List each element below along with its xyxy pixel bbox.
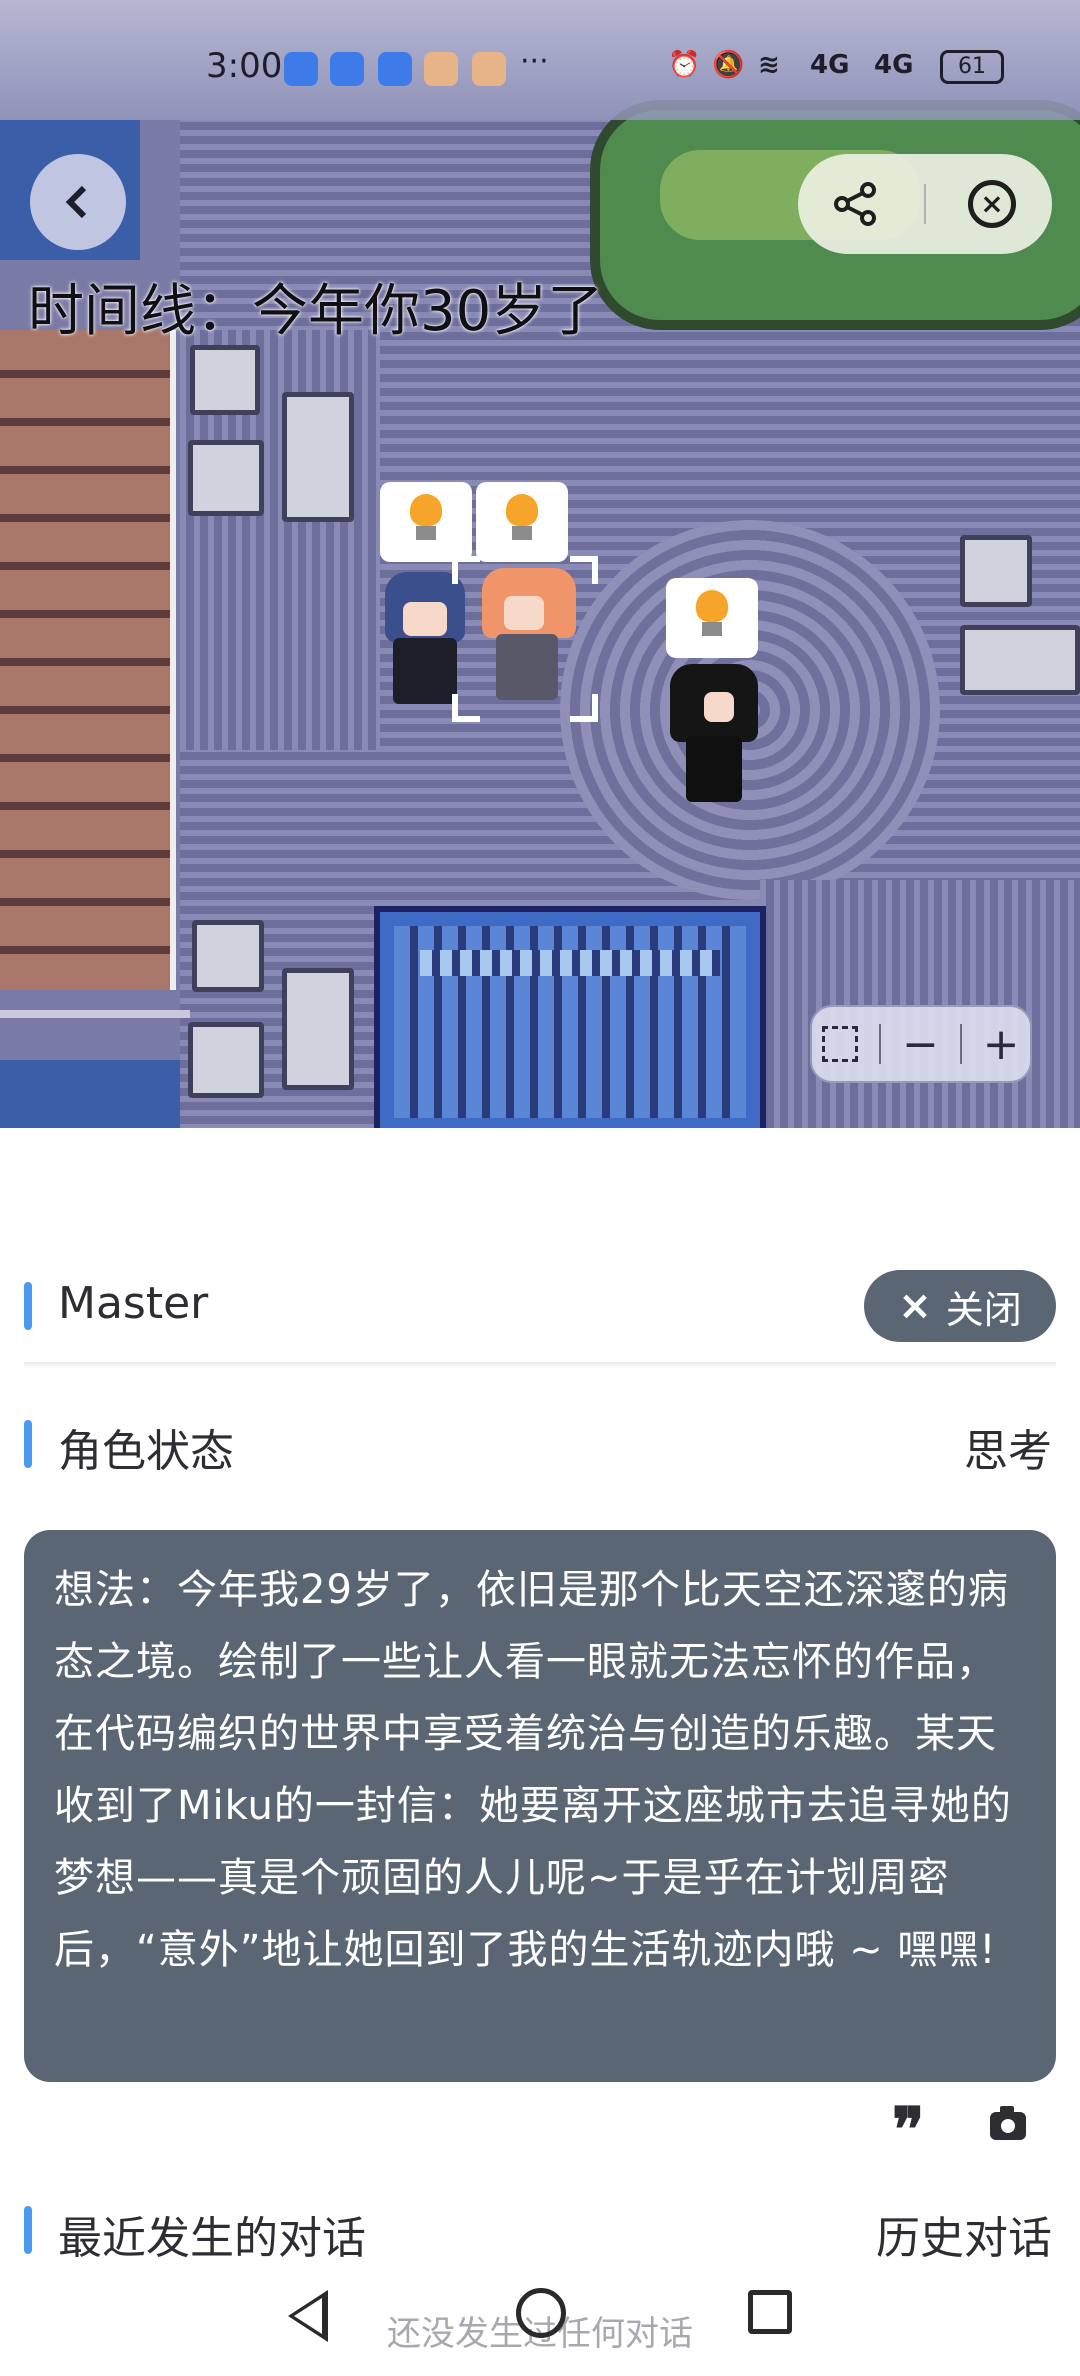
timeline-text: 时间线：今年你30岁了: [28, 279, 604, 344]
thought-text: 想法：今年我29岁了，依旧是那个比天空还深邃的病态之境。绘制了一些让人看一眼就无…: [54, 1567, 1012, 1973]
stepping-stone: [282, 392, 354, 522]
zoom-in-button[interactable]: +: [983, 1019, 1020, 1070]
stepping-stone: [188, 440, 264, 516]
recent-dialogs-title: 最近发生的对话: [58, 2213, 366, 2264]
nav-recents-button[interactable]: [748, 2290, 792, 2334]
more-notifications-icon: ···: [520, 44, 549, 79]
stepping-stone: [192, 920, 264, 992]
thought-card: 想法：今年我29岁了，依旧是那个比天空还深邃的病态之境。绘制了一些让人看一眼就无…: [24, 1530, 1056, 2082]
character-name: Master: [58, 1278, 209, 1329]
alarm-notification-icon: [378, 52, 412, 86]
capsule-divider: [924, 184, 926, 224]
status-bar: 3:00 ··· ⏰ 🔕 ≋ 4G 4G 61: [0, 0, 1080, 120]
close-button[interactable]: × 关闭: [864, 1270, 1056, 1342]
app-notification-icon: [424, 52, 458, 86]
close-icon: ×: [898, 1283, 932, 1329]
wooden-pier: [0, 330, 176, 990]
wifi-icon: ≋: [758, 50, 780, 80]
share-icon[interactable]: [830, 182, 880, 226]
cell-signal-icon: 4G: [874, 50, 914, 80]
alarm-notification-icon: [284, 52, 318, 86]
status-section-title: 角色状态: [58, 1426, 234, 1477]
zoom-divider: [879, 1024, 882, 1064]
close-circle-icon[interactable]: ×: [968, 180, 1016, 228]
chevron-left-icon: [65, 185, 87, 219]
stepping-stone: [282, 968, 354, 1090]
nav-back-button[interactable]: [288, 2290, 328, 2342]
section-accent-bar: [24, 1420, 32, 1468]
map-shrine: [374, 906, 766, 1128]
selection-corner: [570, 556, 598, 584]
character-blue-hair[interactable]: [375, 572, 475, 712]
stepping-stone: [960, 625, 1080, 695]
map-water-south: [0, 1060, 180, 1128]
section-accent-bar: [24, 1282, 32, 1330]
alarm-icon: ⏰: [668, 50, 701, 80]
idea-bulb-icon: [476, 482, 568, 562]
pier-rail: [0, 1010, 190, 1018]
camera-icon[interactable]: [990, 2106, 1026, 2140]
mini-program-capsule: ×: [798, 154, 1052, 254]
alarm-notification-icon: [330, 52, 364, 86]
history-dialogs-link[interactable]: 历史对话: [876, 2202, 1052, 2266]
mute-icon: 🔕: [712, 50, 745, 80]
map-path-east: [760, 880, 1080, 1128]
character-black-hair[interactable]: [664, 664, 764, 804]
status-time: 3:00: [206, 46, 283, 86]
quote-icon[interactable]: ❞: [892, 2100, 924, 2160]
stepping-stone: [188, 1022, 264, 1098]
shrine-roof: [420, 950, 720, 976]
idea-bulb-icon: [666, 578, 758, 658]
zoom-controls: − +: [810, 1005, 1032, 1083]
app-notification-icon: [472, 52, 506, 86]
selection-corner: [570, 694, 598, 722]
status-mode: 思考: [964, 1426, 1052, 1477]
battery-icon: 61: [940, 50, 1004, 84]
nav-home-button[interactable]: [516, 2288, 566, 2338]
stepping-stone: [190, 345, 260, 415]
zoom-out-button[interactable]: −: [902, 1019, 939, 1070]
stepping-stone: [960, 535, 1032, 607]
character-orange-hair-selected[interactable]: [474, 568, 584, 708]
idea-bulb-icon: [380, 482, 472, 562]
selection-corner: [452, 694, 480, 722]
section-accent-bar: [24, 2206, 32, 2254]
fit-screen-icon[interactable]: [822, 1026, 859, 1062]
cell-signal-icon: 4G: [810, 50, 850, 80]
close-button-label: 关闭: [945, 1287, 1022, 1332]
back-button[interactable]: [30, 154, 126, 250]
header-divider: [24, 1362, 1056, 1368]
selection-corner: [452, 556, 480, 584]
zoom-divider: [959, 1024, 962, 1064]
